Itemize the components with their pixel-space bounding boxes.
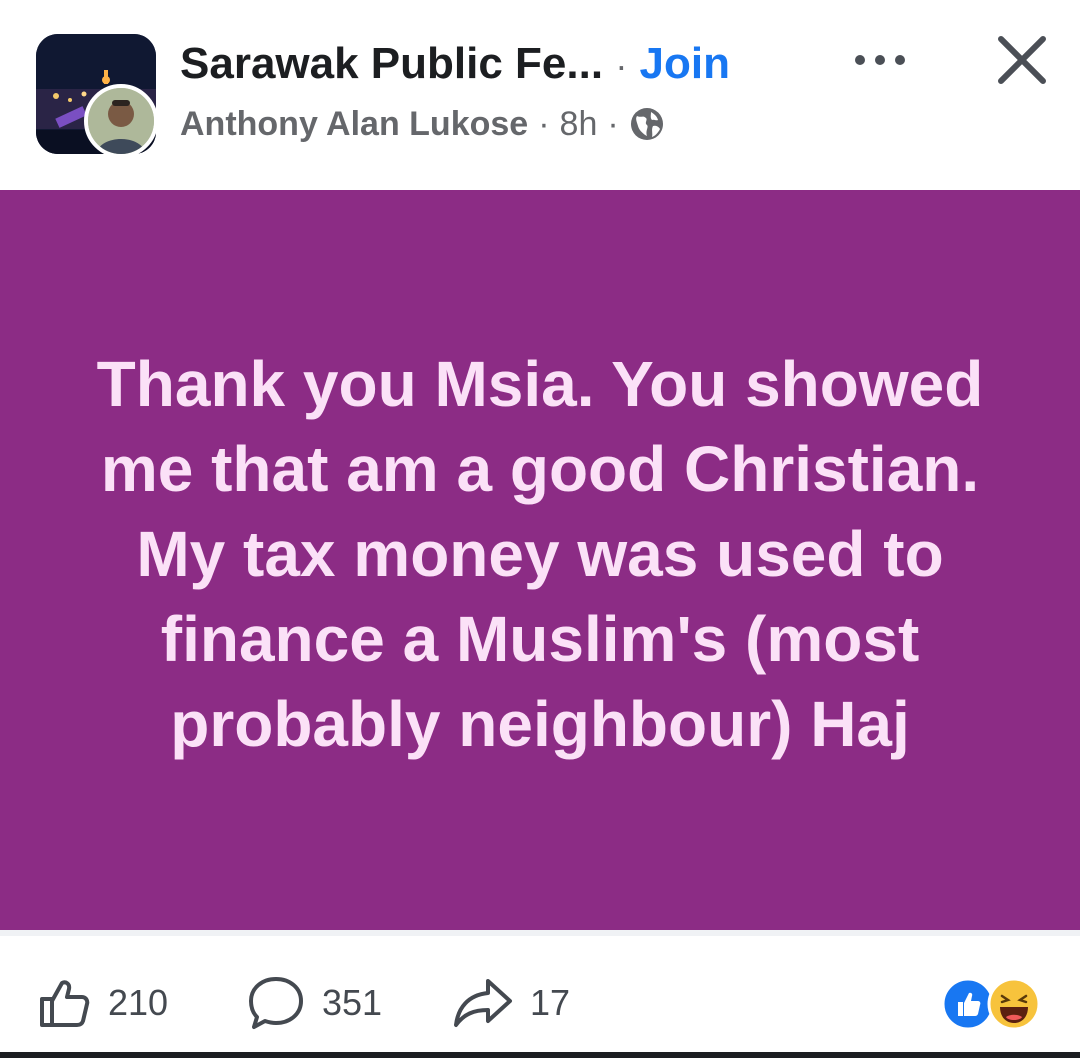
divider [0,930,1080,936]
reactions-icons [941,977,1041,1031]
post-header: Sarawak Public Fe... · Join Anthony Alan… [0,0,1080,190]
post-meta: Anthony Alan Lukose · 8h · [180,100,665,148]
post-actions-bar: 210 351 17 [0,960,1080,1044]
post-text: Thank you Msia. You showed me that am a … [96,347,984,760]
post-background: Thank you Msia. You showed me that am a … [0,190,1080,930]
post-time[interactable]: 8h [560,105,598,144]
share-button[interactable]: 17 [452,968,570,1038]
author-photo [88,88,154,154]
meta-separator: · [538,104,550,143]
author-name[interactable]: Anthony Alan Lukose [180,105,528,144]
join-button[interactable]: Join [640,39,730,88]
reactions-summary[interactable] [940,976,1044,1032]
separator-dot: · [615,45,628,86]
more-options-button[interactable] [846,38,914,82]
like-count: 210 [108,982,169,1023]
close-icon [998,36,1046,84]
meta-separator: · [607,104,619,143]
comment-count: 351 [322,982,383,1023]
like-reaction-icon [941,977,995,1031]
comment-button[interactable]: 351 [246,968,382,1038]
more-horizontal-icon [855,55,905,65]
share-icon [454,979,512,1027]
author-avatar[interactable] [84,84,158,158]
haha-reaction-icon [987,977,1041,1031]
group-name[interactable]: Sarawak Public Fe... [180,39,603,88]
close-button[interactable] [988,26,1056,94]
bottom-border [0,1052,1080,1058]
like-button[interactable]: 210 [36,968,168,1038]
comment-icon [249,977,303,1029]
share-count: 17 [530,982,571,1023]
group-name-line: Sarawak Public Fe... · Join [180,36,730,92]
globe-icon [630,108,663,140]
thumbs-up-icon [40,980,90,1027]
